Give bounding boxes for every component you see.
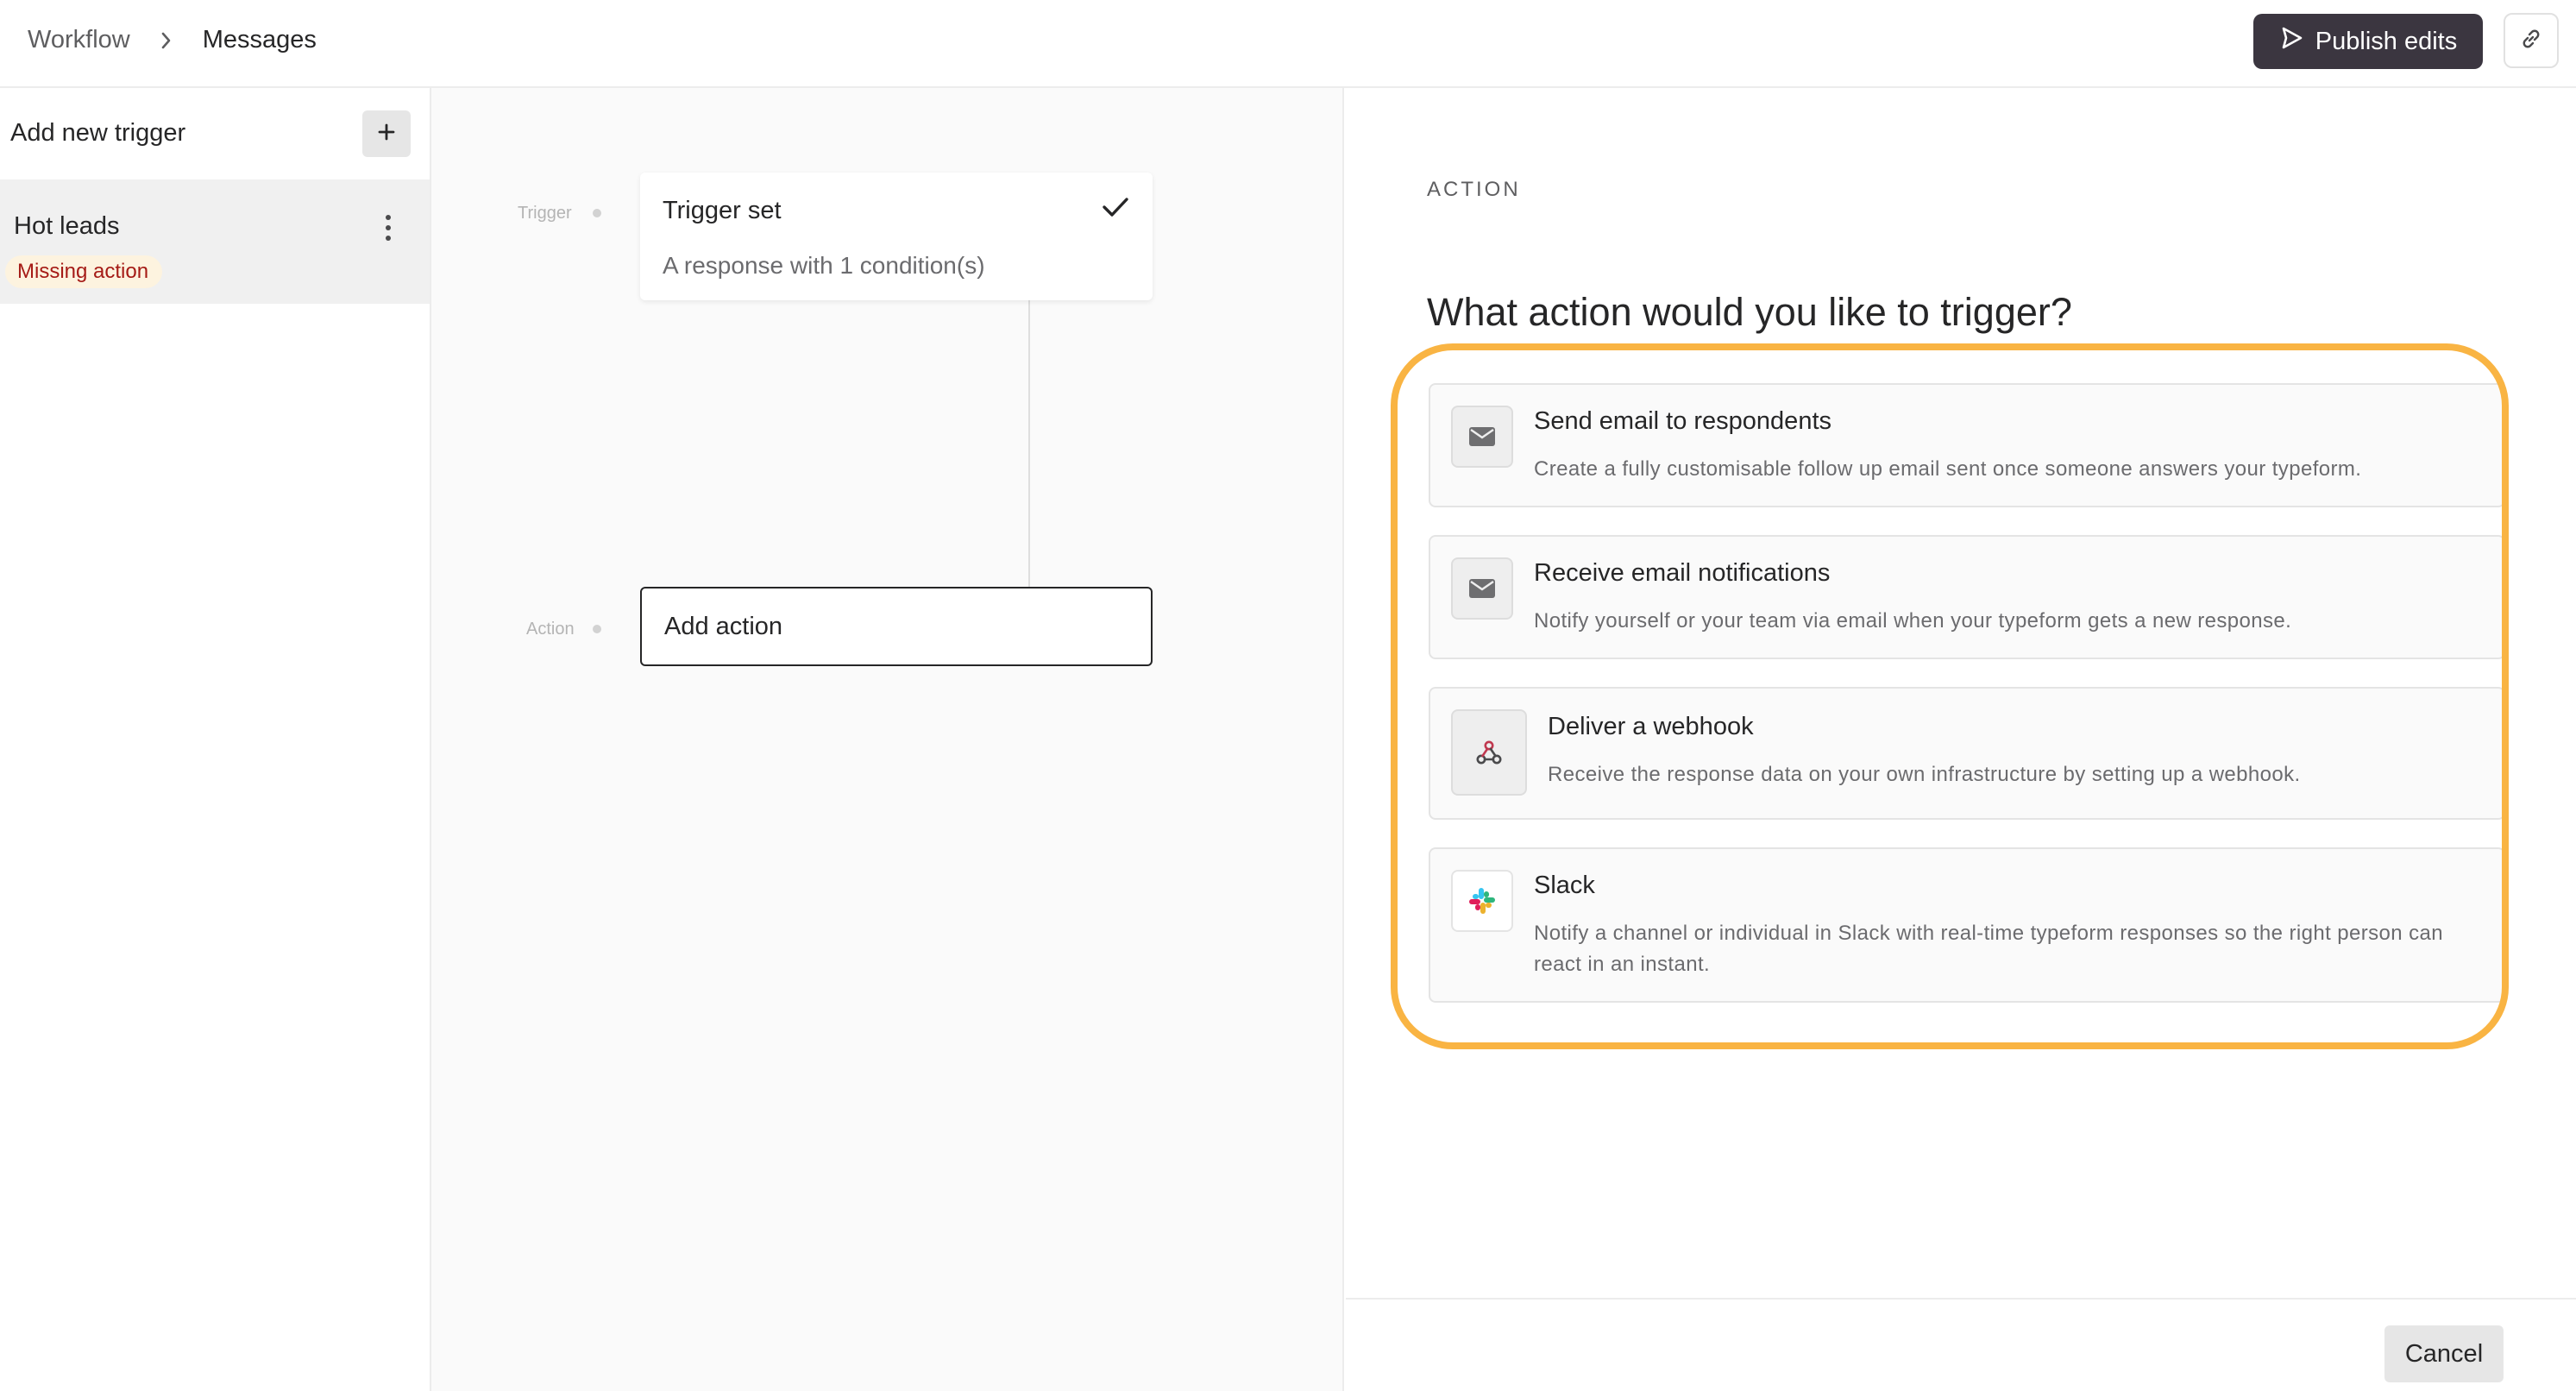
flow-node-action [593,625,601,633]
add-action-card[interactable]: Add action [640,587,1153,666]
option-description: Receive the response data on your own in… [1548,763,2301,786]
breadcrumb-current: Messages [202,26,317,54]
option-title: Deliver a webhook [1548,713,1754,740]
top-bar: Workflow Messages Publish edits [0,0,2576,88]
flow-label-trigger: Trigger [518,204,572,223]
mail-icon [1451,557,1513,620]
publish-edits-label: Publish edits [2315,27,2458,55]
workflow-canvas: Trigger Action Trigger set A response wi… [431,88,1344,1391]
sidebar-heading: Add new trigger [10,119,186,147]
option-title: Send email to respondents [1534,407,1831,435]
breadcrumb: Workflow Messages [28,26,317,54]
trigger-card[interactable]: Trigger set A response with 1 condition(… [640,173,1153,300]
action-panel: ACTION What action would you like to tri… [1346,88,2576,1391]
trigger-card-title: Trigger set [663,197,782,224]
option-title: Slack [1534,872,1595,899]
footer-divider [1346,1298,2576,1300]
breadcrumb-workflow-link[interactable]: Workflow [28,26,130,54]
flow-node-trigger [593,209,601,217]
section-label: ACTION [1427,178,1521,201]
option-receive-email-notifications[interactable]: Receive email notifications Notify yours… [1429,535,2505,659]
webhook-icon [1451,709,1527,796]
link-icon [2518,26,2544,56]
chevron-right-icon [149,31,184,50]
status-badge: Missing action [5,255,163,288]
trigger-sidebar: Add new trigger Hot leads Missing action [0,88,431,1391]
add-trigger-button[interactable] [362,110,411,157]
publish-edits-button[interactable]: Publish edits [2253,14,2483,69]
mail-icon [1451,406,1513,468]
cancel-button[interactable]: Cancel [2384,1325,2504,1382]
plus-icon [377,123,396,146]
option-title: Receive email notifications [1534,559,1831,587]
trigger-card-subtitle: A response with 1 condition(s) [663,252,985,279]
option-slack[interactable]: Slack Notify a channel or individual in … [1429,847,2505,1003]
panel-title: What action would you like to trigger? [1427,290,2072,334]
checkmark-icon [1101,195,1130,223]
option-description: Notify yourself or your team via email w… [1534,609,2292,633]
send-icon [2279,26,2303,57]
option-description: Notify a channel or individual in Slack … [1534,922,2443,976]
more-options-icon[interactable] [371,211,405,245]
sidebar-item-hot-leads[interactable]: Hot leads Missing action [0,179,430,304]
copy-link-button[interactable] [2504,13,2559,68]
option-deliver-a-webhook[interactable]: Deliver a webhook Receive the response d… [1429,687,2505,820]
flow-label-action: Action [526,620,575,639]
slack-icon [1451,870,1513,932]
option-send-email-to-respondents[interactable]: Send email to respondents Create a fully… [1429,383,2505,507]
trigger-name: Hot leads [14,212,120,240]
option-description: Create a fully customisable follow up em… [1534,457,2362,481]
